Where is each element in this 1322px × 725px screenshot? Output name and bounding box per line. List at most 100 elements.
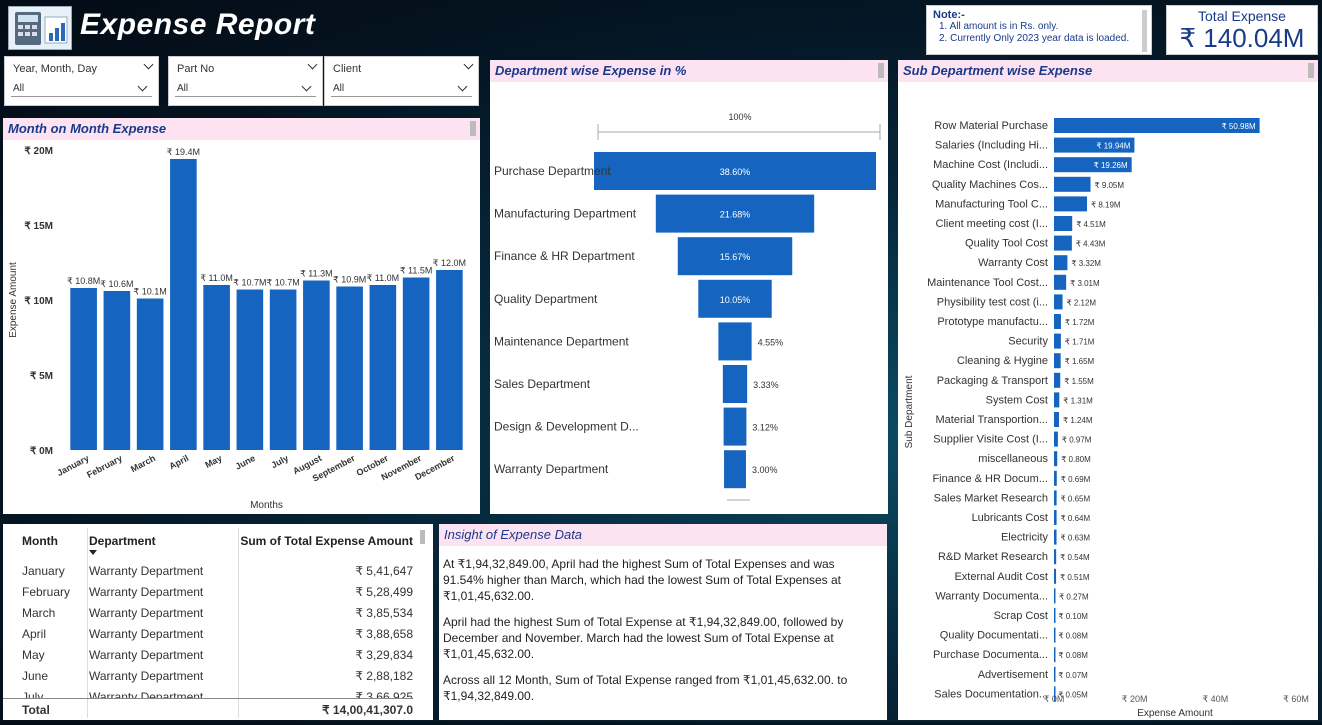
dept-chart: 100% Purchase Department 38.60% Manufacturi… bbox=[494, 112, 881, 531]
category-label: Electricity bbox=[1001, 532, 1049, 544]
bar bbox=[136, 298, 164, 450]
total-expense-label: Total Expense bbox=[1198, 8, 1286, 24]
insight-paragraph: Across all 12 Month, Sum of Total Expens… bbox=[443, 673, 848, 703]
bar bbox=[1054, 627, 1056, 643]
bar bbox=[1054, 529, 1057, 545]
bar bbox=[1054, 294, 1063, 310]
slicer-part-no-dropdown[interactable]: All bbox=[175, 81, 316, 97]
cell-amount: ₹ 3,85,534.0 bbox=[355, 606, 413, 620]
bar bbox=[70, 288, 97, 450]
cell-department: Warranty Department bbox=[89, 690, 204, 698]
cell-month: March bbox=[22, 606, 56, 620]
x-tick-label: ₹ 40M bbox=[1202, 694, 1228, 704]
category-label: Quality Department bbox=[494, 292, 598, 306]
slicer-part-no[interactable]: Part No All bbox=[168, 56, 323, 106]
bar bbox=[1054, 608, 1056, 623]
note-line: 1. All amount is in Rs. only. bbox=[939, 21, 1059, 32]
category-label: External Audit Cost bbox=[954, 571, 1048, 583]
bar bbox=[402, 277, 430, 450]
slicer-date[interactable]: Year, Month, Day All bbox=[4, 56, 159, 106]
chevron-down-icon[interactable] bbox=[137, 81, 148, 92]
col-header-month[interactable]: Month bbox=[22, 534, 58, 548]
chevron-down-icon[interactable] bbox=[307, 59, 318, 70]
slicer-client-dropdown[interactable]: All bbox=[331, 81, 472, 97]
data-label: ₹ 10.7M bbox=[233, 278, 266, 288]
category-label: Quality Tool Cost bbox=[965, 238, 1048, 250]
data-label: ₹ 19.26M bbox=[1094, 161, 1128, 170]
insight-paragraph: At ₹1,94,32,849.00, April had the highes… bbox=[443, 557, 842, 603]
category-label: Manufacturing Tool C... bbox=[935, 198, 1048, 210]
category-label: Supplier Visite Cost (I... bbox=[933, 434, 1048, 446]
x-tick-label: ₹ 20M bbox=[1122, 694, 1148, 704]
category-label: Machine Cost (Includi... bbox=[933, 159, 1048, 171]
y-axis-title: Sub Department bbox=[904, 375, 915, 448]
category-label: Finance & HR Docum... bbox=[932, 473, 1048, 485]
chevron-down-icon[interactable] bbox=[301, 81, 312, 92]
funnel-bar bbox=[723, 407, 747, 446]
data-label: ₹ 10.7M bbox=[267, 278, 300, 288]
note-title: Note:- bbox=[933, 9, 965, 21]
expense-table[interactable]: Month Department Sum of Total Expense Am… bbox=[3, 524, 433, 720]
subdept-chart-panel[interactable]: Sub Department wise Expense Row Material… bbox=[898, 60, 1318, 720]
category-label: Client meeting cost (I... bbox=[936, 218, 1049, 230]
dept-chart-title: Department wise Expense in % bbox=[495, 63, 687, 78]
month-chart-panel[interactable]: Month on Month Expense ₹ 0M ₹ 5M ₹ 10M ₹ 15… bbox=[3, 118, 480, 514]
data-label: ₹ 10.8M bbox=[67, 276, 100, 286]
data-label: ₹ 1.31M bbox=[1063, 396, 1093, 405]
y-tick-label: ₹ 5M bbox=[30, 371, 53, 382]
total-expense-value: ₹ 140.04M bbox=[1179, 23, 1305, 53]
cell-department: Warranty Department bbox=[89, 564, 204, 578]
category-label: Maintenance Department bbox=[494, 334, 629, 348]
panel-scrollbar[interactable] bbox=[1308, 63, 1314, 78]
bar bbox=[1054, 588, 1056, 604]
cell-department: Warranty Department bbox=[89, 585, 204, 599]
note-scrollbar[interactable] bbox=[1142, 10, 1147, 52]
category-label: System Cost bbox=[986, 394, 1048, 406]
data-label: 15.67% bbox=[720, 252, 751, 262]
bar bbox=[1054, 333, 1061, 349]
data-label: 3.00% bbox=[752, 465, 778, 475]
column-divider bbox=[87, 528, 88, 718]
chevron-down-icon[interactable] bbox=[457, 81, 468, 92]
bar bbox=[103, 291, 131, 450]
slicer-client-value: All bbox=[333, 83, 345, 94]
category-label: miscellaneous bbox=[978, 453, 1048, 465]
bar bbox=[1054, 392, 1060, 408]
col-header-department[interactable]: Department bbox=[89, 534, 156, 548]
cell-amount: ₹ 2,88,182.0 bbox=[355, 669, 413, 683]
dept-chart-panel[interactable]: Department wise Expense in % 100% Purchas… bbox=[490, 60, 888, 531]
cell-month: May bbox=[22, 648, 45, 662]
cell-department: Warranty Department bbox=[89, 648, 204, 662]
cell-amount: ₹ 5,28,499.0 bbox=[355, 585, 413, 599]
cell-month: July bbox=[22, 690, 44, 698]
table-scrollbar[interactable] bbox=[420, 530, 425, 544]
total-expense-card: Total Expense ₹ 140.04M bbox=[1166, 5, 1318, 55]
col-header-amount[interactable]: Sum of Total Expense Amount bbox=[240, 534, 413, 548]
bar bbox=[1054, 216, 1073, 231]
panel-scrollbar[interactable] bbox=[470, 121, 476, 136]
category-label: Warranty Department bbox=[494, 462, 609, 476]
category-label: Quality Documentati... bbox=[940, 630, 1048, 642]
data-label: ₹ 11.5M bbox=[400, 266, 433, 276]
chevron-down-icon[interactable] bbox=[143, 59, 154, 70]
bar bbox=[1054, 666, 1056, 682]
category-label: Purchase Documenta... bbox=[933, 649, 1048, 661]
bar bbox=[269, 289, 297, 450]
slicer-client[interactable]: Client All bbox=[324, 56, 479, 106]
funnel-bar bbox=[722, 365, 748, 403]
bar bbox=[1054, 451, 1058, 467]
slicer-date-dropdown[interactable]: All bbox=[11, 81, 152, 97]
y-tick-label: ₹ 10M bbox=[24, 296, 53, 307]
x-axis-title: Months bbox=[250, 500, 283, 511]
panel-scrollbar[interactable] bbox=[878, 63, 884, 78]
funnel-bar bbox=[718, 322, 752, 361]
data-label: 3.12% bbox=[752, 423, 778, 433]
chevron-down-icon[interactable] bbox=[463, 59, 474, 70]
sort-desc-icon[interactable] bbox=[89, 550, 97, 555]
slicer-date-label: Year, Month, Day bbox=[13, 63, 97, 75]
bar bbox=[1054, 235, 1072, 251]
category-label: Sales Documentation... bbox=[934, 688, 1048, 700]
data-label: ₹ 1.24M bbox=[1063, 416, 1093, 425]
bar bbox=[203, 285, 230, 450]
bar bbox=[303, 280, 330, 450]
